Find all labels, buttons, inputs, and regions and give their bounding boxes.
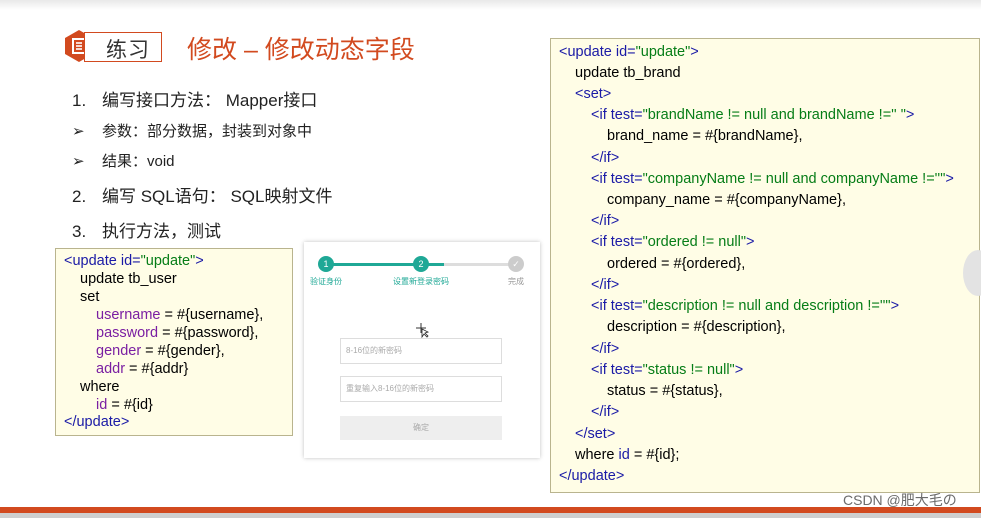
code-line: gender = #{gender}, — [96, 343, 225, 359]
code-line: <if test="description != null and descri… — [591, 298, 900, 314]
code-line: addr = #{addr} — [96, 361, 189, 377]
code-block-brand-update: <update id="update"> update tb_brand <se… — [550, 38, 980, 493]
code-line: ordered = #{ordered}, — [607, 256, 746, 272]
step-1-label: 验证身份 — [310, 277, 342, 286]
code-line: description = #{description}, — [607, 319, 786, 335]
move-cursor-icon — [416, 323, 430, 338]
code-line: </if> — [591, 404, 620, 420]
list-text: 参数：部分数据，封装到对象中 — [102, 123, 313, 140]
code-line: <set> — [575, 86, 612, 102]
code-line: brand_name = #{brandName}, — [607, 128, 803, 144]
list-text: 结果：void — [102, 153, 175, 170]
check-icon: ✓ — [508, 256, 524, 272]
new-password-field[interactable]: 8-16位的新密码 — [340, 338, 502, 364]
list-text: 编写 SQL语句： SQL映射文件 — [102, 187, 333, 206]
code-line: status = #{status}, — [607, 383, 723, 399]
list-text: 执行方法，测试 — [102, 222, 221, 241]
badge-label: 练习 — [106, 39, 150, 62]
step-2-dot: 2 — [413, 256, 429, 272]
footer-grey-bar — [0, 513, 981, 518]
code-line: </update> — [559, 468, 625, 484]
password-reset-screenshot: 1 2 ✓ 验证身份 设置新登录密码 完成 8-16位的新密码 重复输入8-16… — [304, 242, 540, 458]
list-marker: ➢ — [72, 123, 85, 140]
list-text: 编写接口方法： Mapper接口 — [102, 91, 318, 110]
code-line: username = #{username}, — [96, 307, 264, 323]
progress-line-pending — [444, 263, 516, 266]
code-line: <update id="update"> — [64, 253, 204, 269]
code-line: </if> — [591, 150, 620, 166]
code-line: </if> — [591, 341, 620, 357]
code-line: <if test="ordered != null"> — [591, 234, 755, 250]
code-line: id = #{id} — [96, 397, 153, 413]
code-line: <if test="brandName != null and brandNam… — [591, 107, 915, 123]
confirm-password-field[interactable]: 重复输入8-16位的新密码 — [340, 376, 502, 402]
top-shade — [0, 0, 981, 10]
code-line: </update> — [64, 414, 130, 430]
step-3-label: 完成 — [508, 277, 524, 286]
step-1-dot: 1 — [318, 256, 334, 272]
code-line: <if test="status != null"> — [591, 362, 744, 378]
list-marker: 2. — [72, 187, 87, 206]
code-line: <if test="companyName != null and compan… — [591, 171, 954, 187]
list-marker: ➢ — [72, 153, 85, 170]
practice-badge: 练习 — [62, 29, 162, 63]
code-line: </if> — [591, 277, 620, 293]
code-line: </if> — [591, 213, 620, 229]
page-title: 修改 – 修改动态字段 — [187, 36, 415, 64]
list-item: 1. 编写接口方法： Mapper接口 — [72, 86, 317, 111]
step-2-label: 设置新登录密码 — [393, 277, 449, 286]
code-line: <update id="update"> — [559, 44, 699, 60]
list-item: ➢ 结果：void — [72, 150, 175, 171]
code-line: update tb_brand — [575, 65, 681, 81]
code-line: update tb_user — [80, 271, 177, 287]
code-block-user-update: <update id="update"> update tb_user set … — [55, 248, 293, 436]
list-marker: 1. — [72, 91, 87, 110]
code-line: password = #{password}, — [96, 325, 259, 341]
code-line: where — [80, 379, 120, 395]
code-line: company_name = #{companyName}, — [607, 192, 846, 208]
code-line: set — [80, 289, 100, 305]
list-item: 3. 执行方法，测试 — [72, 217, 221, 242]
code-line: where id = #{id}; — [575, 447, 680, 463]
list-marker: 3. — [72, 222, 87, 241]
confirm-button[interactable]: 确定 — [340, 416, 502, 440]
list-item: 2. 编写 SQL语句： SQL映射文件 — [72, 182, 332, 207]
code-line: </set> — [575, 426, 616, 442]
list-item: ➢ 参数：部分数据，封装到对象中 — [72, 120, 312, 141]
